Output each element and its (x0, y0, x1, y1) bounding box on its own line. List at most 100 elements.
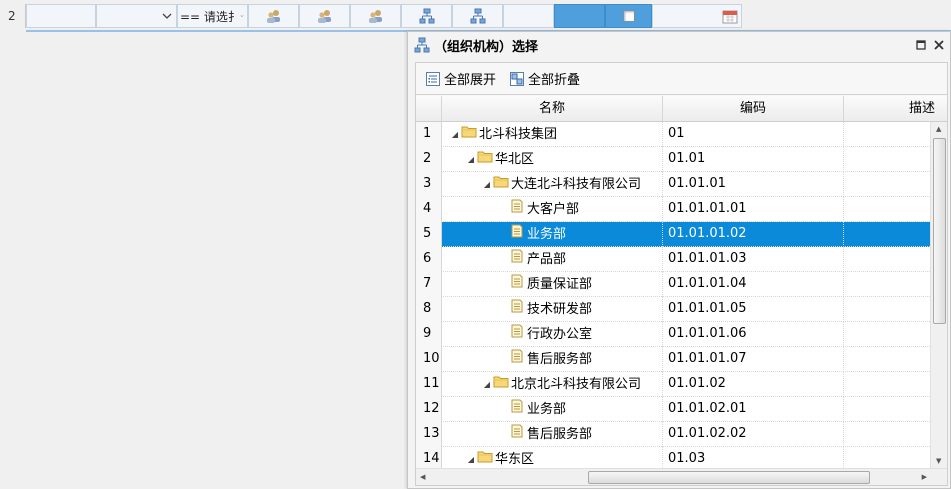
tree-node-name[interactable]: ◢ 北京北斗科技有限公司 (442, 372, 663, 397)
scroll-right-icon[interactable]: ▶ (922, 473, 927, 481)
checkbox-icon[interactable] (622, 10, 635, 22)
tree-node-name[interactable]: 行政办公室 (442, 322, 663, 347)
tree-node-name[interactable]: 业务部 (442, 222, 663, 247)
expand-toggle-icon[interactable]: ◢ (466, 148, 476, 172)
table-row[interactable]: 6 产品部 01.01.01.03 (416, 247, 930, 272)
horizontal-scroll-thumb[interactable] (588, 471, 870, 484)
chevron-down-icon (240, 15, 244, 17)
row-number: 2 (0, 4, 26, 28)
row-number: 10 (416, 347, 442, 372)
scroll-up-icon[interactable]: ▲ (936, 125, 941, 133)
org-tree-icon (419, 8, 434, 24)
document-icon (508, 198, 525, 222)
horizontal-scrollbar[interactable]: ◀ ▶ (416, 468, 947, 485)
table-row[interactable]: 11 ◢ 北京北斗科技有限公司 01.01.02 (416, 372, 930, 397)
expand-all-button[interactable]: 全部展开 (426, 69, 496, 88)
expand-toggle-icon[interactable]: ◢ (482, 173, 492, 197)
filter-checkbox-cell[interactable] (605, 4, 652, 28)
calendar-icon[interactable] (722, 9, 738, 24)
org-select-button-2[interactable] (452, 4, 503, 28)
org-description (844, 347, 930, 372)
tree-node-label: 技术研发部 (527, 301, 593, 317)
date-picker-cell[interactable] (652, 4, 742, 28)
header-code[interactable]: 编码 (663, 96, 844, 121)
table-row[interactable]: 12 业务部 01.01.02.01 (416, 397, 930, 422)
tree-node-name[interactable]: 技术研发部 (442, 297, 663, 322)
org-code: 01.01.01.03 (663, 247, 844, 272)
tree-node-label: 华东区 (495, 451, 535, 467)
tree-node-name[interactable]: 大客户部 (442, 197, 663, 222)
document-icon (508, 348, 525, 372)
table-row[interactable]: 8 技术研发部 01.01.01.05 (416, 297, 930, 322)
user-group-icon (317, 10, 331, 23)
tree-node-label: 华北区 (495, 151, 535, 167)
tree-node-name[interactable]: 售后服务部 (442, 347, 663, 372)
table-row[interactable]: 2 ◢ 华北区 01.01 (416, 147, 930, 172)
table-row[interactable]: 7 质量保证部 01.01.01.04 (416, 272, 930, 297)
expand-toggle-icon[interactable]: ◢ (466, 448, 476, 469)
grid-body: 1 ◢ 北斗科技集团 01 2 ◢ 华北区 01.01 3 ◢ 大连北斗科技有限公司 01.01.01… (416, 122, 930, 468)
tree-toolbar: 全部展开 全部折叠 (416, 63, 947, 95)
row-number: 11 (416, 372, 442, 397)
row-number: 2 (416, 147, 442, 172)
user-group-icon (368, 10, 382, 23)
maximize-icon[interactable] (916, 40, 926, 50)
row-number: 12 (416, 397, 442, 422)
table-row[interactable]: 5 业务部 01.01.01.02 (416, 222, 930, 247)
expand-toggle-icon[interactable]: ◢ (482, 373, 492, 397)
scroll-left-icon[interactable]: ◀ (420, 473, 425, 481)
filter-row: 2 == 请选扌 (0, 4, 951, 32)
filter-selected-cell[interactable] (554, 4, 605, 28)
header-name[interactable]: 名称 (442, 96, 663, 121)
expand-all-icon (426, 71, 440, 86)
org-select-button-1[interactable] (401, 4, 452, 28)
filter-dropdown[interactable] (96, 4, 177, 28)
table-row[interactable]: 3 ◢ 大连北斗科技有限公司 01.01.01 (416, 172, 930, 197)
org-description (844, 197, 930, 222)
header-desc[interactable]: 描述 (844, 96, 947, 121)
compare-dropdown[interactable]: == 请选扌 (177, 4, 248, 28)
tree-node-label: 业务部 (527, 226, 567, 242)
filter-text-cell[interactable] (26, 4, 96, 28)
tree-node-name[interactable]: ◢ 北斗科技集团 (442, 122, 663, 147)
user-select-button-3[interactable] (350, 4, 401, 28)
document-icon (508, 248, 525, 272)
tree-node-name[interactable]: 产品部 (442, 247, 663, 272)
scroll-down-icon[interactable]: ▼ (936, 457, 941, 465)
org-code: 01.01.01.07 (663, 347, 844, 372)
tree-node-name[interactable]: 业务部 (442, 397, 663, 422)
collapse-all-button[interactable]: 全部折叠 (510, 69, 580, 88)
tree-node-label: 行政办公室 (527, 326, 593, 342)
vertical-scroll-thumb[interactable] (933, 138, 946, 324)
org-description (844, 147, 930, 172)
table-row[interactable]: 9 行政办公室 01.01.01.06 (416, 322, 930, 347)
row-number: 9 (416, 322, 442, 347)
table-row[interactable]: 10 售后服务部 01.01.01.07 (416, 347, 930, 372)
user-select-button-2[interactable] (299, 4, 350, 28)
tree-node-name[interactable]: 质量保证部 (442, 272, 663, 297)
row-number: 3 (416, 172, 442, 197)
close-icon[interactable] (934, 40, 944, 50)
filter-empty-cell[interactable] (503, 4, 554, 28)
expand-toggle-icon[interactable]: ◢ (450, 123, 460, 147)
row-number: 4 (416, 197, 442, 222)
tree-node-label: 北斗科技集团 (479, 126, 558, 142)
row-number: 1 (416, 122, 442, 147)
folder-icon (476, 148, 493, 172)
collapse-all-icon (510, 71, 525, 86)
user-select-button-1[interactable] (248, 4, 299, 28)
tree-node-name[interactable]: ◢ 华北区 (442, 147, 663, 172)
table-row[interactable]: 14 ◢ 华东区 01.03 (416, 447, 930, 468)
vertical-scrollbar[interactable]: ▲ ▼ (930, 122, 947, 468)
tree-node-label: 售后服务部 (527, 351, 593, 367)
tree-node-name[interactable]: 售后服务部 (442, 422, 663, 447)
folder-icon (492, 373, 509, 397)
org-code: 01.01.01.05 (663, 297, 844, 322)
row-number: 5 (416, 222, 442, 247)
tree-node-label: 售后服务部 (527, 426, 593, 442)
tree-node-name[interactable]: ◢ 大连北斗科技有限公司 (442, 172, 663, 197)
tree-node-name[interactable]: ◢ 华东区 (442, 447, 663, 468)
table-row[interactable]: 4 大客户部 01.01.01.01 (416, 197, 930, 222)
table-row[interactable]: 1 ◢ 北斗科技集团 01 (416, 122, 930, 147)
table-row[interactable]: 13 售后服务部 01.01.02.02 (416, 422, 930, 447)
